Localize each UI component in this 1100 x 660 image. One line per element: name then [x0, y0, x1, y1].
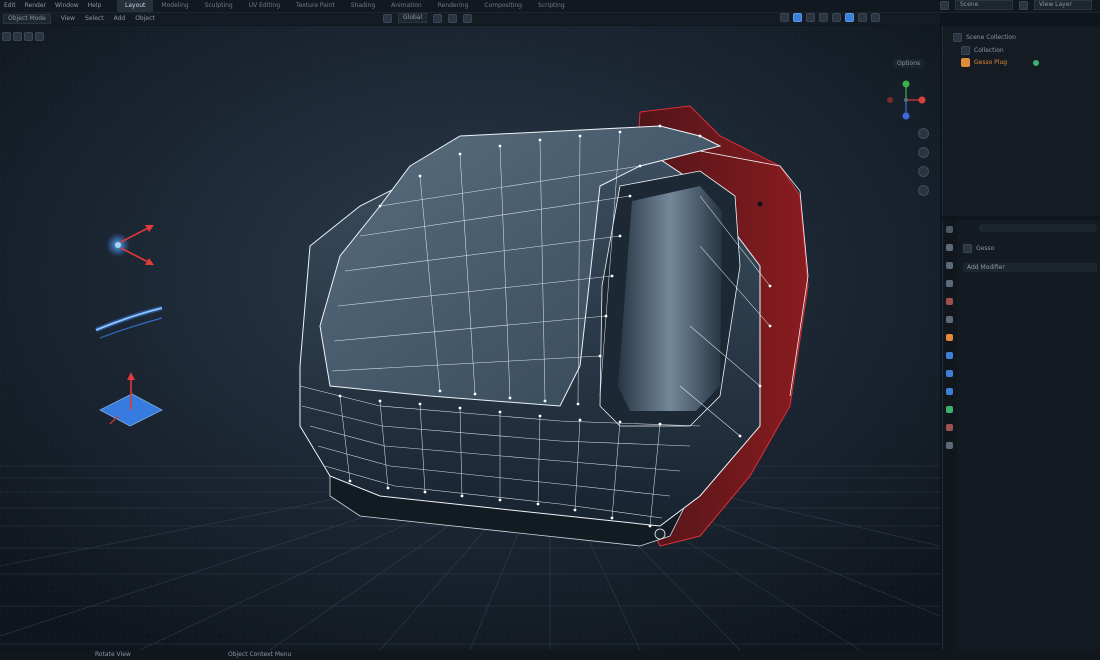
- shading-wire-icon[interactable]: [832, 13, 841, 22]
- overlay-icon[interactable]: [806, 13, 815, 22]
- tab-animation[interactable]: Animation: [383, 0, 430, 12]
- view-layer-icon: [1019, 0, 1028, 10]
- pan-icon[interactable]: [918, 147, 929, 158]
- shading-solid-icon[interactable]: [845, 13, 854, 22]
- 3d-viewport[interactable]: Options: [0, 26, 940, 650]
- status-bar: Rotate View Object Context Menu: [0, 650, 1100, 660]
- particles-tab-icon[interactable]: [946, 370, 953, 377]
- viewport-options-button[interactable]: Options: [893, 59, 925, 68]
- menu-help[interactable]: Help: [88, 0, 102, 12]
- proportional-edit-icon[interactable]: [463, 13, 473, 23]
- status-hint-left: Rotate View: [95, 651, 131, 658]
- menu-object[interactable]: Object: [135, 13, 155, 25]
- outliner-scene-collection[interactable]: Scene Collection: [953, 33, 1016, 42]
- workspace-tabs: Layout Modeling Sculpting UV Editing Tex…: [117, 0, 573, 12]
- status-hint-middle: Object Context Menu: [228, 651, 292, 658]
- outliner-object-row[interactable]: Gesso Plug: [961, 58, 1040, 67]
- shading-material-icon[interactable]: [858, 13, 867, 22]
- select-box-icon[interactable]: [2, 32, 11, 41]
- camera-icon[interactable]: [918, 166, 929, 177]
- shading-render-icon[interactable]: [871, 13, 880, 22]
- physics-tab-icon[interactable]: [946, 388, 953, 395]
- scene-selector[interactable]: Scene: [955, 0, 1013, 10]
- select-extend-icon[interactable]: [13, 32, 22, 41]
- properties-object-name: Gesso: [976, 245, 995, 252]
- material-tab-icon[interactable]: [946, 424, 953, 431]
- tab-uv-editing[interactable]: UV Editing: [241, 0, 288, 12]
- select-subtract-icon[interactable]: [24, 32, 33, 41]
- object-tab-icon[interactable]: [946, 334, 953, 341]
- gizmo-toggle-icon[interactable]: [793, 13, 802, 22]
- viewport-header: Object Mode View Select Add Object Globa…: [0, 13, 940, 25]
- collection-icon: [953, 33, 962, 42]
- select-invert-icon[interactable]: [35, 32, 44, 41]
- properties-panel: Gesso Add Modifier: [942, 220, 1100, 650]
- outliner-title: Scene Collection: [966, 34, 1016, 41]
- tab-rendering[interactable]: Rendering: [430, 0, 477, 12]
- constraints-tab-icon[interactable]: [946, 406, 953, 413]
- top-menubar: Edit Render Window Help Layout Modeling …: [0, 0, 1100, 13]
- main-menu: Edit Render Window Help: [4, 0, 101, 12]
- tool-tab-icon[interactable]: [946, 226, 953, 233]
- grid-icon[interactable]: [918, 185, 929, 196]
- tab-modeling[interactable]: Modeling: [153, 0, 196, 12]
- tab-sculpting[interactable]: Sculpting: [197, 0, 241, 12]
- world-tab-icon[interactable]: [946, 316, 953, 323]
- properties-search[interactable]: [979, 224, 1097, 232]
- modifier-tab-icon[interactable]: [946, 352, 953, 359]
- menu-add[interactable]: Add: [114, 13, 126, 25]
- scene-tab-icon[interactable]: [946, 298, 953, 305]
- collection-icon: [961, 46, 970, 55]
- texture-tab-icon[interactable]: [946, 442, 953, 449]
- menu-window[interactable]: Window: [55, 0, 79, 12]
- outliner-collection[interactable]: Collection: [961, 46, 1004, 55]
- modifier-icon: [1033, 59, 1040, 66]
- tab-layout[interactable]: Layout: [117, 0, 154, 12]
- zoom-icon[interactable]: [918, 128, 929, 139]
- menu-render[interactable]: Render: [25, 0, 46, 12]
- xray-icon[interactable]: [819, 13, 828, 22]
- tab-compositing[interactable]: Compositing: [476, 0, 530, 12]
- view-layer-selector[interactable]: View Layer: [1034, 0, 1092, 10]
- properties-tabs: [943, 220, 957, 650]
- mode-dropdown[interactable]: Object Mode: [3, 14, 51, 24]
- outliner-collection-label: Collection: [974, 47, 1004, 54]
- tab-scripting[interactable]: Scripting: [530, 0, 573, 12]
- output-tab-icon[interactable]: [946, 262, 953, 269]
- menu-edit[interactable]: Edit: [4, 0, 16, 12]
- render-tab-icon[interactable]: [946, 244, 953, 251]
- transform-orientation-dropdown[interactable]: Global: [398, 13, 428, 23]
- viewport-toolbar-toggles: [2, 32, 44, 41]
- tab-shading[interactable]: Shading: [343, 0, 383, 12]
- mesh-object-icon: [961, 58, 970, 67]
- outliner-object-label: Gesso Plug: [974, 59, 1008, 66]
- properties-object-row: Gesso: [963, 244, 994, 253]
- view-layer-tab-icon[interactable]: [946, 280, 953, 287]
- menu-view[interactable]: View: [61, 13, 75, 25]
- snap-icon[interactable]: [448, 13, 458, 23]
- orientation-icon: [383, 13, 392, 23]
- scene-selectors: Scene View Layer: [940, 0, 1092, 10]
- nav-buttons: [918, 128, 929, 196]
- nav-gizmo-icon[interactable]: [884, 78, 928, 122]
- menu-select[interactable]: Select: [85, 13, 104, 25]
- visibility-icon[interactable]: [780, 13, 789, 22]
- pivot-icon[interactable]: [433, 13, 443, 23]
- object-icon: [963, 244, 972, 253]
- outliner-panel: Scene Collection Collection Gesso Plug: [942, 26, 1100, 216]
- tab-texture-paint[interactable]: Texture Paint: [288, 0, 343, 12]
- scene-icon: [940, 0, 949, 10]
- add-modifier-button[interactable]: Add Modifier: [963, 263, 1097, 272]
- viewport-canvas: [0, 26, 940, 650]
